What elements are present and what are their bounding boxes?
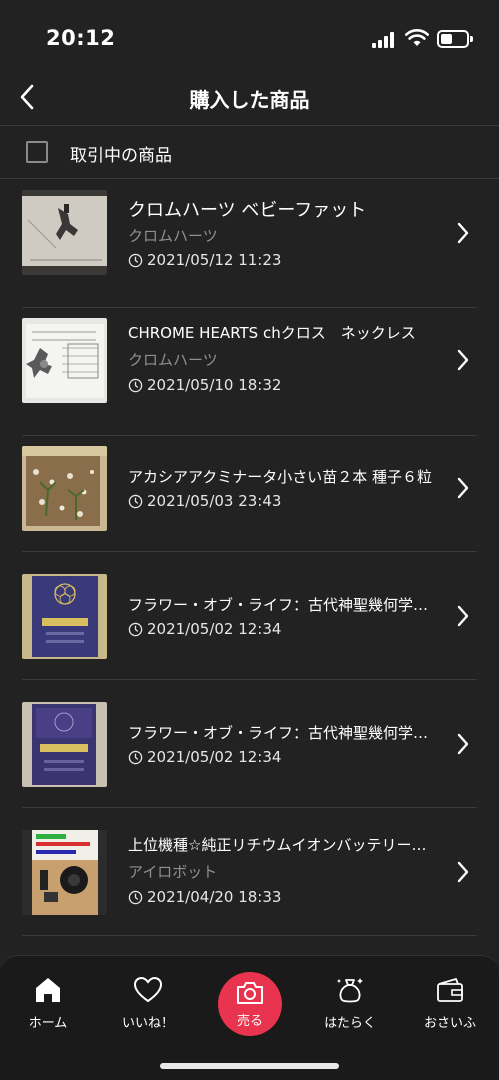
chevron-right-icon [457, 861, 469, 883]
item-date-text: 2021/04/20 18:33 [147, 888, 282, 906]
chevron-right-icon [457, 349, 469, 371]
product-thumbnail [22, 446, 107, 531]
page-title: 購入した商品 [189, 88, 310, 112]
chevron-right-icon [457, 733, 469, 755]
in-progress-filter-label: 取引中の商品 [70, 146, 172, 166]
tab-likes-label: いいね！ [121, 1016, 174, 1031]
list-item[interactable]: 上位機種☆純正リチウムイオンバッテリー搭載 アイロボット 2021/04/20 … [0, 808, 499, 936]
clock-icon [128, 378, 143, 392]
item-date: 2021/05/10 18:32 [128, 376, 281, 394]
clock-icon [128, 622, 143, 636]
battery-icon [437, 30, 473, 48]
item-date: 2021/05/03 23:43 [128, 492, 281, 510]
list-item[interactable]: フラワー・オブ・ライフ：古代神聖幾何学の秘密 2021/05/02 12:34 [0, 680, 499, 808]
status-bar: 20:12 [0, 0, 499, 72]
item-title: 上位機種☆純正リチウムイオンバッテリー搭載 [128, 836, 433, 854]
list-item[interactable]: アカシアアクミナータ小さい苗２本 種子６粒 2021/05/03 23:43 [0, 424, 499, 552]
product-thumbnail [22, 574, 107, 659]
tab-wallet[interactable]: おさいふ [410, 974, 490, 1034]
money-bag-icon [337, 978, 363, 1003]
chevron-right-icon [457, 477, 469, 499]
clock-icon [128, 750, 143, 764]
wifi-icon [405, 29, 429, 46]
tab-work-label: はたらく [324, 1016, 376, 1031]
bottom-tab-bar: ホーム いいね！ 売る はたらく おさいふ [0, 955, 499, 1080]
chevron-right-icon [457, 605, 469, 627]
item-date: 2021/05/02 12:34 [128, 748, 281, 766]
item-date-text: 2021/05/12 11:23 [147, 251, 282, 269]
camera-icon [237, 982, 263, 1004]
in-progress-filter[interactable]: 取引中の商品 [0, 126, 499, 179]
home-indicator [160, 1063, 339, 1069]
item-title: フラワー・オブ・ライフ：古代神聖幾何学の秘密 [128, 596, 433, 614]
item-date-text: 2021/05/02 12:34 [147, 748, 282, 766]
tab-likes[interactable]: いいね！ [108, 974, 188, 1034]
tab-home[interactable]: ホーム [8, 974, 88, 1034]
divider [22, 935, 477, 936]
item-date: 2021/05/02 12:34 [128, 620, 281, 638]
cellular-signal-icon [372, 32, 398, 48]
item-seller: クロムハーツ [128, 227, 218, 245]
status-time: 20:12 [46, 26, 116, 50]
tab-work[interactable]: はたらく [310, 974, 390, 1034]
chevron-right-icon [457, 222, 469, 244]
list-item[interactable]: CHROME HEARTS chクロス ネックレス クロムハーツ 2021/05… [0, 296, 499, 436]
list-item[interactable]: クロムハーツ ベビーファット クロムハーツ 2021/05/12 11:23 [0, 180, 499, 308]
clock-icon [128, 494, 143, 508]
tab-wallet-label: おさいふ [423, 1016, 476, 1031]
purchased-items-screen: 20:12 購入した商品 取引中の商品 クロムハーツ ベビーファット クロムハー… [0, 0, 499, 1080]
sell-button[interactable]: 売る [218, 972, 282, 1036]
wallet-icon [437, 978, 463, 1002]
item-seller: クロムハーツ [128, 351, 218, 369]
clock-icon [128, 253, 143, 267]
item-title: クロムハーツ ベビーファット [128, 200, 367, 221]
product-thumbnail [22, 318, 107, 403]
product-thumbnail [22, 830, 107, 915]
product-thumbnail [22, 190, 107, 275]
item-date: 2021/05/12 11:23 [128, 251, 281, 269]
item-date: 2021/04/20 18:33 [128, 888, 281, 906]
item-date-text: 2021/05/02 12:34 [147, 620, 282, 638]
clock-icon [128, 890, 143, 904]
item-title: アカシアアクミナータ小さい苗２本 種子６粒 [128, 468, 433, 486]
item-title: フラワー・オブ・ライフ：古代神聖幾何学の秘密 [128, 724, 433, 742]
item-date-text: 2021/05/10 18:32 [147, 376, 282, 394]
tab-home-label: ホーム [28, 1016, 68, 1031]
item-seller: アイロボット [128, 863, 218, 881]
home-icon [36, 978, 60, 1002]
navigation-bar: 購入した商品 [0, 72, 499, 126]
item-date-text: 2021/05/03 23:43 [147, 492, 282, 510]
list-item[interactable]: フラワー・オブ・ライフ：古代神聖幾何学の秘密 2021/05/02 12:34 [0, 552, 499, 680]
item-title: CHROME HEARTS chクロス ネックレス [128, 324, 416, 342]
in-progress-checkbox[interactable] [26, 141, 48, 163]
heart-icon [133, 976, 163, 1003]
sell-button-label: 売る [236, 1014, 263, 1029]
product-thumbnail [22, 702, 107, 787]
